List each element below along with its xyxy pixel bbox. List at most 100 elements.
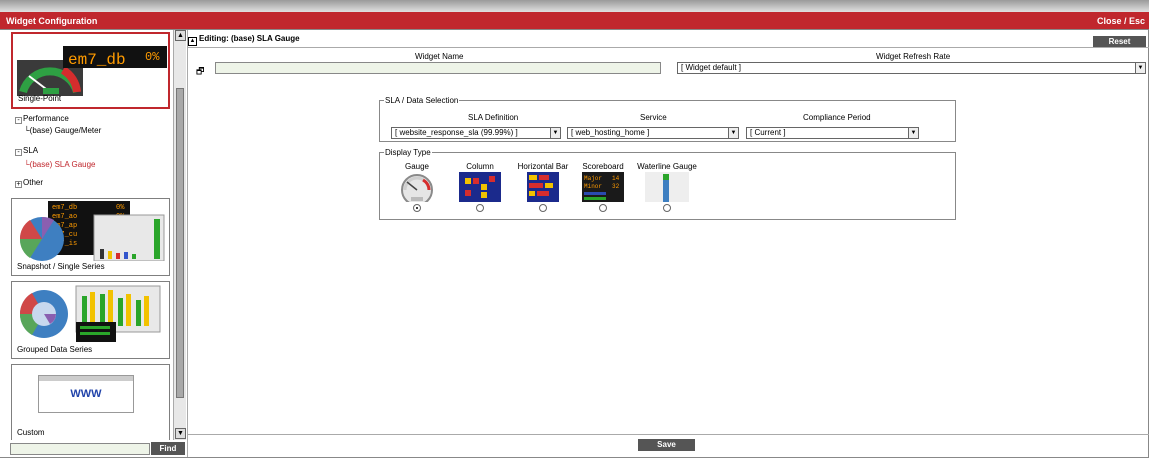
display-option-gauge[interactable]: Gauge [391, 162, 443, 212]
waterline-preview [645, 172, 689, 202]
scoreboard-preview: Major 14 Minor 32 [582, 172, 624, 202]
widget-card-custom[interactable]: WWW Custom [11, 364, 170, 440]
header-divider [188, 47, 1149, 48]
column-preview [459, 172, 501, 202]
service-select[interactable]: [ web_hosting_home ] ▼ [567, 127, 739, 139]
tree-node-gauge-meter[interactable]: └(base) Gauge/Meter [24, 126, 101, 135]
tree-node-sla-gauge[interactable]: └(base) SLA Gauge [24, 160, 96, 169]
collapse-icon[interactable]: - [15, 149, 22, 156]
service-value: [ web_hosting_home ] [571, 128, 650, 137]
snapshot-row-text: em7_db [52, 204, 77, 212]
widget-name-input[interactable] [215, 62, 661, 74]
widget-card-label: Custom [17, 428, 45, 437]
widget-card-grouped[interactable]: Grouped Data Series [11, 281, 170, 359]
dropdown-arrow-icon[interactable]: ▼ [908, 128, 918, 138]
tree-node-other[interactable]: + Other [15, 178, 43, 188]
scroll-down-icon[interactable]: ▼ [175, 428, 186, 439]
widget-card-label: Grouped Data Series [17, 345, 93, 354]
single-point-preview-text: em7_db [68, 51, 126, 69]
dropdown-arrow-icon[interactable]: ▼ [1135, 63, 1145, 73]
dropdown-arrow-icon[interactable]: ▼ [550, 128, 560, 138]
widget-card-snapshot[interactable]: em7_db0% em7_ao0% em7_ap0% em7_cu0% em7_… [11, 198, 170, 276]
tree-node-performance[interactable]: - Performance [15, 114, 69, 124]
find-input[interactable] [10, 443, 150, 455]
tree-node-sla[interactable]: - SLA [15, 146, 38, 156]
scroll-up-icon[interactable]: ▲ [175, 30, 186, 41]
scrollbar-thumb[interactable] [176, 88, 184, 398]
single-point-preview: em7_db 0% [17, 46, 167, 96]
sidebar-scrollbar[interactable]: ▲ ▼ [173, 30, 186, 440]
compliance-period-label: Compliance Period [803, 113, 871, 122]
sla-definition-select[interactable]: [ website_response_sla (99.99%) ] ▼ [391, 127, 561, 139]
find-row: Find [0, 441, 187, 457]
display-option-label: Scoreboard [582, 162, 624, 171]
custom-preview-bar [39, 376, 133, 381]
tree-node-label: Performance [23, 114, 69, 123]
single-point-preview-value: 0% [145, 50, 160, 64]
refresh-rate-select[interactable]: [ Widget default ] ▼ [677, 62, 1146, 74]
widget-card-label: Single-Point [18, 94, 62, 103]
display-option-radio[interactable] [539, 204, 547, 212]
display-type-fieldset: Display Type Gauge Column Horizontal Bar… [379, 148, 956, 220]
display-option-label: Gauge [404, 162, 430, 171]
snapshot-preview: em7_db0% em7_ao0% em7_ap0% em7_cu0% em7_… [19, 201, 165, 261]
tree-node-label: (base) SLA Gauge [29, 160, 96, 169]
display-option-label: Horizontal Bar [517, 162, 569, 171]
widget-card-label: Snapshot / Single Series [17, 262, 105, 271]
widget-type-list: em7_db 0% Single-Point - Performance └(ba… [0, 30, 173, 440]
horizontal-bar-preview [527, 172, 559, 202]
editor-heading-row: ▲ Editing: (base) SLA Gauge [188, 34, 300, 46]
save-button[interactable]: Save [638, 439, 695, 451]
scoreboard-row-value: 14 [612, 175, 620, 182]
tree-node-label: Other [23, 178, 44, 187]
snapshot-row-value: 0% [116, 204, 125, 212]
snapshot-row-text: em7_ao [52, 213, 77, 221]
find-button[interactable]: Find [151, 442, 185, 455]
display-option-radio[interactable] [599, 204, 607, 212]
display-option-waterline-gauge[interactable]: Waterline Gauge [631, 162, 703, 212]
compliance-period-value: [ Current ] [750, 128, 786, 137]
scoreboard-row-text: Major [584, 175, 602, 182]
sla-data-legend: SLA / Data Selection [384, 96, 460, 105]
editor-heading: Editing: (base) SLA Gauge [199, 34, 300, 43]
service-label: Service [640, 113, 667, 122]
reset-button[interactable]: Reset [1093, 36, 1146, 47]
collapse-icon[interactable]: - [15, 117, 22, 124]
custom-preview: WWW [38, 375, 134, 413]
display-option-radio[interactable] [663, 204, 671, 212]
tree-node-label: (base) Gauge/Meter [29, 126, 102, 135]
refresh-rate-value: [ Widget default ] [681, 63, 742, 72]
grouped-preview [19, 285, 161, 342]
display-option-column[interactable]: Column [454, 162, 506, 212]
display-option-radio[interactable] [413, 204, 421, 212]
window-top-strip [0, 0, 1149, 12]
title-bar: Widget Configuration Close / Esc [0, 12, 1149, 29]
scoreboard-row-value: 32 [612, 183, 620, 190]
display-type-legend: Display Type [384, 148, 432, 157]
window-title: Widget Configuration [6, 16, 98, 26]
editor-panel: ▲ Editing: (base) SLA Gauge Reset Widget … [187, 30, 1149, 457]
widget-type-panel: em7_db 0% Single-Point - Performance └(ba… [0, 30, 187, 457]
display-option-horizontal-bar[interactable]: Horizontal Bar [512, 162, 574, 212]
compliance-period-select[interactable]: [ Current ] ▼ [746, 127, 919, 139]
footer-divider [188, 434, 1149, 435]
expand-icon[interactable]: + [15, 181, 22, 188]
close-button[interactable]: Close / Esc [1097, 16, 1145, 26]
window-restore-icon[interactable]: 🗗 [196, 64, 204, 80]
display-option-radio[interactable] [476, 204, 484, 212]
gauge-preview [401, 174, 433, 202]
refresh-rate-label: Widget Refresh Rate [876, 52, 951, 61]
tree-node-label: SLA [23, 146, 39, 155]
widget-name-label: Widget Name [415, 52, 464, 61]
sla-definition-value: [ website_response_sla (99.99%) ] [395, 128, 518, 137]
display-option-scoreboard[interactable]: Scoreboard Major 14 Minor 32 [577, 162, 629, 212]
display-option-label: Waterline Gauge [637, 162, 697, 171]
display-option-label: Column [466, 162, 494, 171]
sla-definition-label: SLA Definition [468, 113, 519, 122]
dropdown-arrow-icon[interactable]: ▼ [728, 128, 738, 138]
sla-data-fieldset: SLA / Data Selection SLA Definition Serv… [379, 96, 956, 142]
collapse-panel-icon[interactable]: ▲ [188, 37, 197, 46]
custom-preview-text: WWW [70, 388, 102, 400]
widget-card-single-point[interactable]: em7_db 0% Single-Point [11, 32, 170, 109]
scoreboard-row-text: Minor [584, 183, 602, 190]
